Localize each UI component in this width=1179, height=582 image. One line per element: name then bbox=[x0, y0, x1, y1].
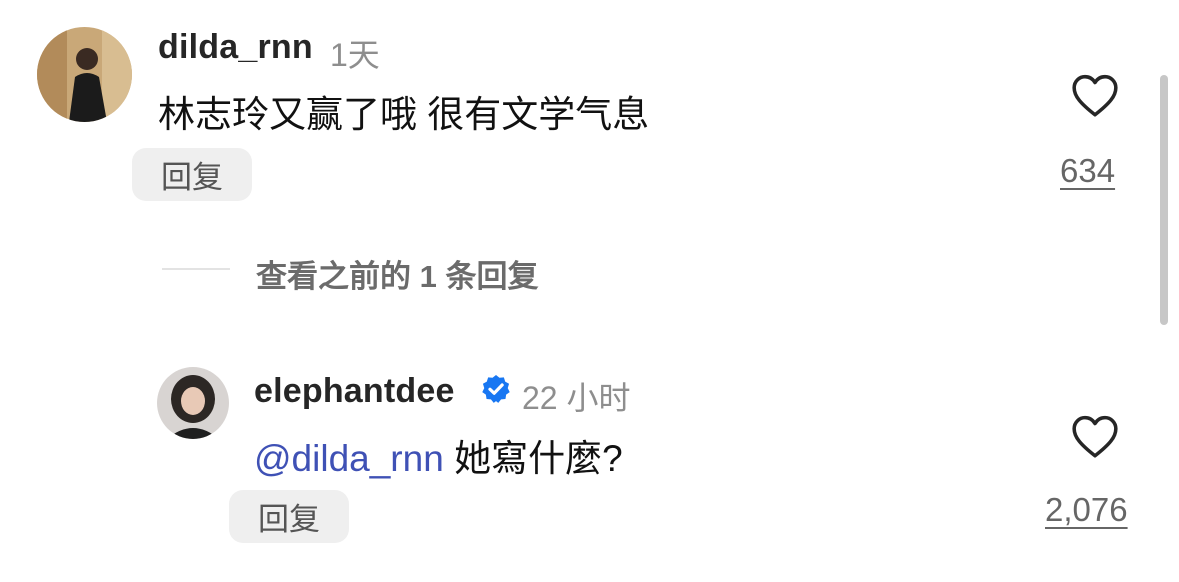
avatar[interactable] bbox=[157, 367, 229, 439]
avatar[interactable] bbox=[37, 27, 132, 122]
reply-button[interactable]: 回复 bbox=[229, 490, 349, 543]
scrollbar[interactable] bbox=[1160, 75, 1168, 325]
heart-icon[interactable] bbox=[1070, 413, 1120, 459]
replies-divider bbox=[162, 268, 230, 270]
mention-link[interactable]: @dilda_rnn bbox=[254, 438, 444, 479]
heart-icon[interactable] bbox=[1070, 72, 1120, 118]
like-count[interactable]: 634 bbox=[1060, 152, 1115, 190]
comment-timestamp: 1天 bbox=[330, 37, 380, 73]
reply-timestamp: 22 小时 bbox=[522, 380, 631, 416]
reply-body: 她寫什麼? bbox=[454, 438, 623, 479]
reply-text: @dilda_rnn 她寫什麼? bbox=[254, 428, 623, 482]
comment-username[interactable]: dilda_rnn bbox=[158, 28, 313, 67]
like-count[interactable]: 2,076 bbox=[1045, 491, 1128, 529]
view-previous-replies-link[interactable]: 查看之前的 1 条回复 bbox=[256, 251, 538, 296]
comment-text: 林志玲又赢了哦 很有文学气息 bbox=[158, 94, 650, 135]
reply-username[interactable]: elephantdee bbox=[254, 372, 455, 411]
verified-badge-icon bbox=[480, 373, 512, 405]
reply-button[interactable]: 回复 bbox=[132, 148, 252, 201]
